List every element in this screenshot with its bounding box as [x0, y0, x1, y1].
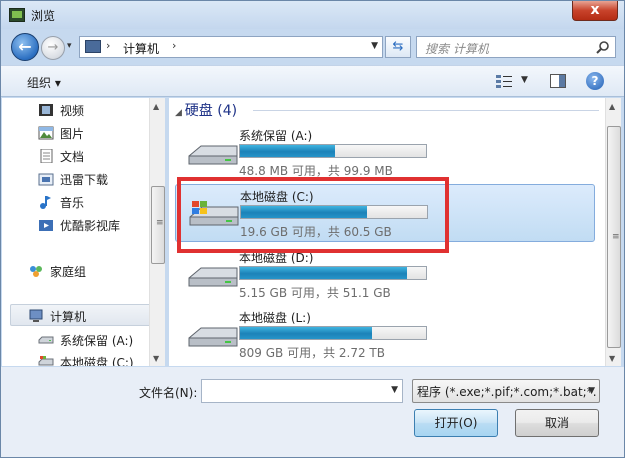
navigation-bar: ← → ▾ › 计算机 › ▼ ⇆ 搜索 计算机 — [1, 29, 624, 65]
grip-icon: ≡ — [612, 232, 620, 242]
hard-drive-icon — [188, 327, 238, 347]
group-divider — [253, 110, 599, 111]
pictures-library-icon — [38, 126, 54, 140]
drive-name: 本地磁盘 (L:) — [239, 311, 311, 325]
collapse-icon[interactable]: ◢ — [175, 108, 185, 118]
filename-label: 文件名(N): — [139, 386, 198, 400]
hard-drive-icon — [188, 145, 238, 165]
drive-item[interactable]: 本地磁盘 (D:) 5.15 GB 可用，共 51.1 GB — [175, 246, 595, 304]
video-library-icon — [39, 104, 53, 116]
change-view-icon[interactable] — [495, 73, 513, 89]
forward-button[interactable]: → — [41, 36, 65, 60]
grip-icon: ≡ — [156, 218, 164, 228]
view-dropdown-icon[interactable]: ▼ — [521, 75, 528, 85]
file-list-scrollbar[interactable]: ▲ ≡ ▼ — [605, 98, 621, 366]
close-button[interactable]: x — [572, 1, 618, 21]
window-title: 浏览 — [31, 9, 56, 23]
cancel-button[interactable]: 取消 — [515, 409, 599, 437]
nav-item-label: 计算机 — [50, 310, 87, 324]
scrollbar-thumb[interactable]: ≡ — [607, 126, 621, 348]
command-toolbar: 组织 ▾ ▼ ? — [1, 65, 624, 97]
computer-icon — [29, 309, 43, 322]
address-dropdown-icon[interactable]: ▼ — [371, 41, 378, 51]
media-library-icon — [39, 220, 53, 231]
drive-usage-bar — [239, 266, 427, 280]
nav-item-label: 音乐 — [60, 196, 85, 210]
drive-icon — [38, 356, 54, 366]
app-icon — [9, 8, 25, 22]
hard-drive-icon — [188, 267, 238, 287]
filename-input[interactable]: ▼ — [201, 379, 403, 403]
scroll-down-icon[interactable]: ▼ — [609, 354, 615, 363]
drive-capacity: 5.15 GB 可用，共 51.1 GB — [239, 286, 391, 300]
drive-name: 系统保留 (A:) — [239, 129, 313, 143]
browse-dialog: 浏览 x ← → ▾ › 计算机 › ▼ ⇆ 搜索 计算机 组织 ▾ ▼ ? 视… — [0, 0, 625, 458]
nav-item-label: 迅雷下载 — [60, 173, 109, 187]
file-type-filter-label: 程序 (*.exe;*.pif;*.com;*.bat;*. — [417, 385, 597, 399]
group-header[interactable]: ◢ 硬盘 (4) — [175, 100, 237, 120]
scroll-up-icon[interactable]: ▲ — [153, 102, 159, 111]
search-input[interactable]: 搜索 计算机 — [425, 40, 489, 57]
drive-usage-bar — [239, 144, 427, 158]
scrollbar-thumb[interactable]: ≡ — [151, 186, 165, 264]
nav-pane-scrollbar[interactable]: ▲ ≡ ▼ — [149, 98, 165, 366]
search-icon[interactable] — [596, 40, 610, 54]
nav-item-label: 家庭组 — [50, 265, 87, 279]
address-bar[interactable]: › 计算机 › ▼ — [79, 36, 383, 58]
scroll-down-icon[interactable]: ▼ — [153, 354, 159, 363]
nav-item-label: 图片 — [60, 127, 85, 141]
dialog-footer: 文件名(N): ▼ 程序 (*.exe;*.pif;*.com;*.bat;*.… — [1, 367, 624, 457]
documents-library-icon — [40, 149, 53, 163]
nav-item-label: 系统保留 (A:) — [60, 334, 134, 348]
open-button[interactable]: 打开(O) — [414, 409, 498, 437]
nav-item-label: 视频 — [60, 104, 85, 118]
drive-usage-fill — [240, 327, 373, 339]
music-library-icon — [40, 196, 51, 209]
group-header-label: 硬盘 (4) — [184, 103, 238, 119]
nav-item-label: 优酷影视库 — [60, 219, 121, 233]
refresh-button[interactable]: ⇆ — [385, 36, 411, 58]
breadcrumb-computer[interactable]: 计算机 — [123, 40, 159, 57]
drive-capacity: 809 GB 可用，共 2.72 TB — [239, 346, 385, 360]
filter-dropdown-icon[interactable]: ▼ — [588, 386, 595, 396]
drive-usage-fill — [240, 267, 408, 279]
scroll-up-icon[interactable]: ▲ — [609, 102, 615, 111]
drive-usage-fill — [240, 145, 335, 157]
file-type-filter[interactable]: 程序 (*.exe;*.pif;*.com;*.bat;*. ▼ — [412, 379, 600, 403]
back-button[interactable]: ← — [11, 33, 39, 61]
search-box[interactable]: 搜索 计算机 — [416, 36, 616, 58]
chevron-right-icon[interactable]: › — [172, 39, 176, 52]
nav-item-label: 文档 — [60, 150, 85, 164]
organize-menu[interactable]: 组织 ▾ — [27, 74, 61, 91]
preview-pane-icon[interactable] — [550, 74, 566, 88]
title-bar: 浏览 x — [1, 1, 624, 29]
computer-icon — [85, 40, 101, 53]
filename-dropdown-icon[interactable]: ▼ — [391, 385, 398, 395]
drive-item[interactable]: 系统保留 (A:) 48.8 MB 可用，共 99.9 MB — [175, 124, 595, 182]
navigation-pane: 视频 图片 文档 迅雷下载 音乐 优酷影视库 家庭组 计算机 系统保留 (A:)… — [2, 98, 165, 366]
nav-item-label: 本地磁盘 (C:) — [60, 356, 134, 366]
chevron-right-icon[interactable]: › — [106, 39, 110, 52]
drive-item[interactable]: 本地磁盘 (L:) 809 GB 可用，共 2.72 TB — [175, 306, 595, 364]
download-folder-icon — [38, 173, 54, 186]
drive-usage-bar — [239, 326, 427, 340]
annotation-highlight-box — [177, 177, 449, 253]
help-icon[interactable]: ? — [586, 72, 604, 90]
history-dropdown-icon[interactable]: ▾ — [67, 41, 72, 51]
drive-icon — [38, 336, 54, 344]
homegroup-icon — [30, 266, 42, 277]
